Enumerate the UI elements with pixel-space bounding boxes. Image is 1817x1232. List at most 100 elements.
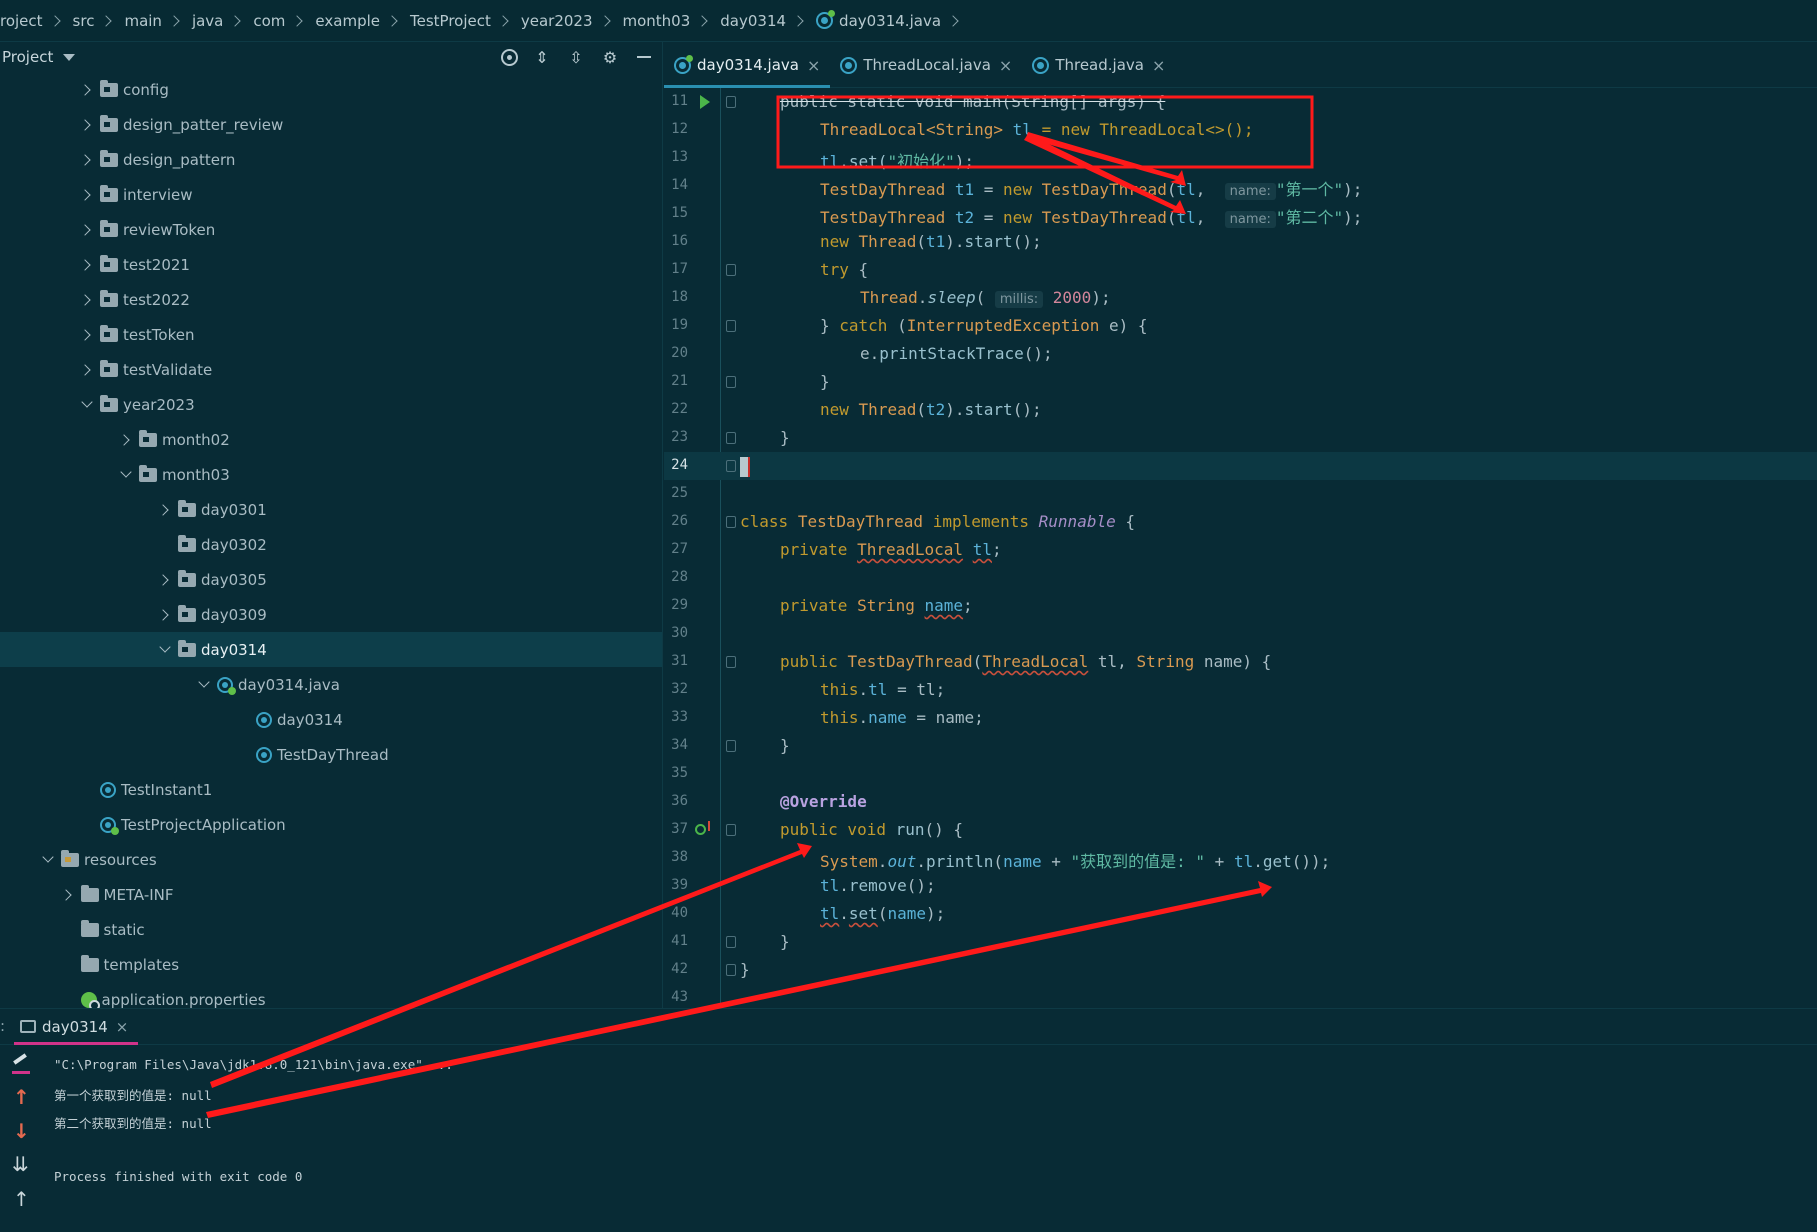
tree-item[interactable]: design_patter_review [0,107,662,142]
breadcrumb-item[interactable]: roject [0,12,73,30]
fold-icon[interactable] [726,656,736,668]
code-line-19[interactable]: 19} catch (InterruptedException e) { [664,312,1817,340]
code-line-16[interactable]: 16 new Thread(t1).start(); [664,228,1817,256]
close-icon[interactable]: × [807,56,820,75]
code-line-43[interactable]: 43 [664,984,1817,1008]
code-line-12[interactable]: 12 ThreadLocal<String> tl = new ThreadLoc… [664,116,1817,144]
fold-icon[interactable] [726,516,736,528]
chevron-right-icon[interactable] [78,151,96,169]
tree-item[interactable]: day0314.java [0,667,662,702]
tree-item[interactable]: day0305 [0,562,662,597]
tree-item[interactable]: testValidate [0,352,662,387]
minimize-icon[interactable] [634,47,654,67]
code-line-30[interactable]: 30 [664,620,1817,648]
tree-item[interactable]: year2023 [0,387,662,422]
fold-icon[interactable] [726,936,736,948]
tree-item[interactable]: templates [0,947,662,982]
breadcrumb-item[interactable]: java [192,12,253,30]
tree-item[interactable]: META-INF [0,877,662,912]
close-icon[interactable]: × [1152,56,1165,75]
chevron-down-icon[interactable] [78,396,96,414]
code-line-22[interactable]: 22 new Thread(t2).start(); [664,396,1817,424]
close-icon[interactable]: × [999,56,1012,75]
chevron-right-icon[interactable] [78,326,96,344]
code-line-23[interactable]: 23} [664,424,1817,452]
code-line-17[interactable]: 17 try { [664,256,1817,284]
fold-icon[interactable] [726,376,736,388]
code-line-21[interactable]: 21} [664,368,1817,396]
fold-icon[interactable] [726,964,736,976]
gear-icon[interactable]: ⚙ [600,47,620,67]
tree-item[interactable]: application.properties [0,982,662,1008]
chevron-right-icon[interactable] [117,431,135,449]
chevron-right-icon[interactable] [78,221,96,239]
console-tab-day0314[interactable]: day0314 × [14,1009,139,1045]
tree-item[interactable]: TestProjectApplication [0,807,662,842]
tree-item[interactable]: day0302 [0,527,662,562]
code-line-42[interactable]: 42} [664,956,1817,984]
breadcrumb-item[interactable]: TestProject [410,12,521,30]
tree-item[interactable]: day0309 [0,597,662,632]
code-line-26[interactable]: 26 class TestDayThread implements Runnabl… [664,508,1817,536]
code-line-18[interactable]: 18 Thread.sleep( millis: 2000); [664,284,1817,312]
breadcrumb-item[interactable]: example [315,12,410,30]
tree-item[interactable]: test2021 [0,247,662,282]
code-line-15[interactable]: 15 TestDayThread t2 = new TestDayThread(t… [664,200,1817,228]
code-editor[interactable]: day0314.java × ThreadLocal.java × Thread.j… [664,42,1817,1008]
chevron-down-icon[interactable] [195,676,213,694]
collapse-all-icon[interactable]: ⇳ [566,47,586,67]
soft-wrap-icon[interactable] [10,1152,32,1177]
breadcrumb-item[interactable]: month03 [623,12,721,30]
scroll-to-top-icon[interactable] [10,1187,32,1211]
tree-item[interactable]: resources [0,842,662,877]
code-line-24[interactable]: 24 [664,452,1817,480]
dropdown-arrow-icon[interactable] [63,53,76,61]
tab-thread-java[interactable]: Thread.java × [1022,43,1175,87]
expand-all-icon[interactable]: ⇕ [532,47,552,67]
chevron-down-icon[interactable] [156,641,174,659]
breadcrumb-item[interactable]: day0314.java [816,10,971,30]
project-view-selector[interactable]: Project [2,48,53,66]
tree-item[interactable]: testToken [0,317,662,352]
tree-item[interactable]: config [0,72,662,107]
code-line-39[interactable]: 39 tl.remove(); [664,872,1817,900]
close-icon[interactable]: × [116,1018,129,1036]
tree-item[interactable]: design_pattern [0,142,662,177]
fold-icon[interactable] [726,264,736,276]
chevron-down-icon[interactable] [117,466,135,484]
code-line-27[interactable]: 27 private ThreadLocal tl; [664,536,1817,564]
chevron-right-icon[interactable] [78,116,96,134]
tab-threadlocal-java[interactable]: ThreadLocal.java × [830,43,1022,87]
breadcrumb-item[interactable]: com [253,12,315,30]
tree-item[interactable]: day0314 [0,632,662,667]
chevron-right-icon[interactable] [59,886,77,904]
fold-icon[interactable] [726,320,736,332]
chevron-right-icon[interactable] [78,291,96,309]
chevron-right-icon[interactable] [156,606,174,624]
fold-icon[interactable] [726,824,736,836]
code-line-35[interactable]: 35 [664,760,1817,788]
tab-day0314-java[interactable]: day0314.java × [664,43,831,88]
chevron-down-icon[interactable] [39,851,57,869]
breadcrumb-item[interactable]: year2023 [521,12,623,30]
breadcrumb-item[interactable]: main [124,12,191,30]
chevron-right-icon[interactable] [78,361,96,379]
override-icon[interactable] [695,821,710,835]
fold-icon[interactable] [726,460,736,472]
fold-icon[interactable] [726,432,736,444]
chevron-right-icon[interactable] [78,81,96,99]
chevron-right-icon[interactable] [156,571,174,589]
code-line-32[interactable]: 32 this.tl = tl; [664,676,1817,704]
tree-item[interactable]: test2022 [0,282,662,317]
code-line-28[interactable]: 28 [664,564,1817,592]
tree-item[interactable]: TestInstant1 [0,772,662,807]
tree-item[interactable]: interview [0,177,662,212]
breadcrumb-item[interactable]: day0314 [720,12,816,30]
code-line-14[interactable]: 14 TestDayThread t1 = new TestDayThread(t… [664,172,1817,200]
code-line-25[interactable]: 25 [664,480,1817,508]
code-line-29[interactable]: 29 private String name; [664,592,1817,620]
run-icon[interactable] [700,95,710,109]
previous-occurrence-icon[interactable] [10,1085,32,1109]
chevron-right-icon[interactable] [78,186,96,204]
code-line-38[interactable]: 38 System.out.println(name + "获取到的值是: " +… [664,844,1817,872]
